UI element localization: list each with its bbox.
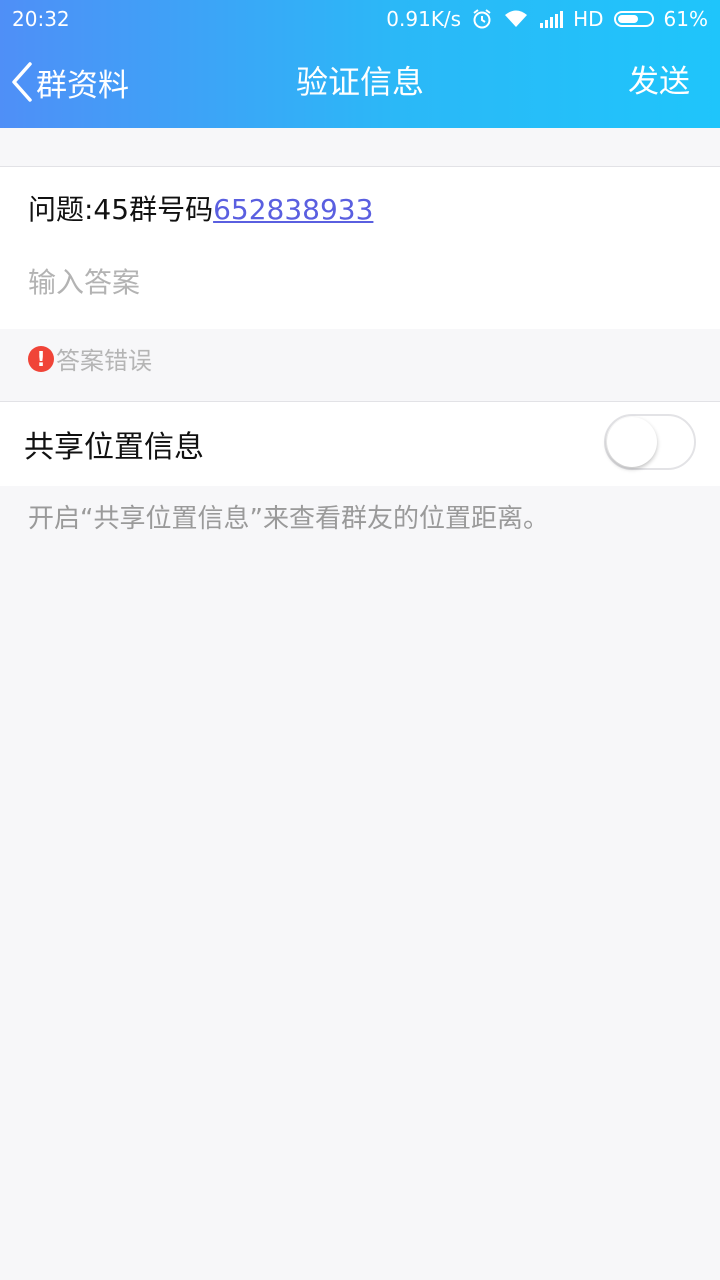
- alarm-icon: [471, 8, 493, 30]
- signal-icon: [539, 10, 564, 28]
- header-bar: 20:32 0.91K/s HD 61% 群资料 验证信息 发送: [0, 0, 720, 128]
- question-prefix: 问题:45群号码: [28, 193, 214, 226]
- battery-fill: [617, 15, 638, 23]
- battery-percent: 61%: [663, 7, 708, 31]
- error-icon: !: [28, 345, 54, 372]
- battery-icon: [613, 11, 654, 27]
- status-bar: 20:32 0.91K/s HD 61%: [0, 0, 720, 38]
- status-time: 20:32: [12, 7, 70, 31]
- status-right: 0.91K/s HD 61%: [386, 7, 708, 31]
- toggle-knob: [607, 417, 657, 467]
- error-text: 答案错误: [56, 347, 152, 375]
- send-button[interactable]: 发送: [628, 60, 690, 104]
- question-text: 问题:45群号码652838933: [28, 188, 373, 228]
- network-speed: 0.91K/s: [386, 7, 462, 31]
- location-hint: 开启“共享位置信息”来查看群友的位置距离。: [28, 504, 549, 534]
- answer-input[interactable]: [28, 266, 688, 299]
- wifi-icon: [503, 9, 529, 29]
- nav-bar: 群资料 验证信息 发送: [0, 46, 720, 118]
- group-number-link[interactable]: 652838933: [213, 193, 373, 226]
- error-message: ! 答案错误: [28, 341, 152, 376]
- share-location-toggle[interactable]: [604, 414, 696, 470]
- share-location-label: 共享位置信息: [24, 430, 204, 465]
- page-title: 验证信息: [295, 63, 424, 101]
- network-type: HD: [573, 7, 604, 31]
